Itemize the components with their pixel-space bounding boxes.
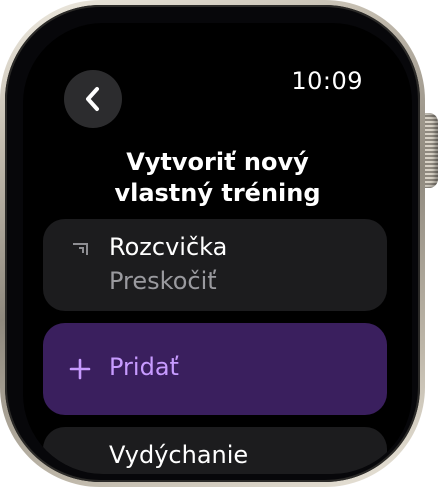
page-title: Vytvoriť nový vlastný tréning	[23, 147, 412, 209]
watch-case: 10:09 Vytvoriť nový vlastný tréning Rozc…	[0, 0, 425, 487]
page-title-line-1: Vytvoriť nový	[126, 148, 309, 176]
chevron-left-icon	[86, 87, 99, 111]
watch-stage: 10:09 Vytvoriť nový vlastný tréning Rozc…	[0, 0, 439, 487]
add-button[interactable]: Pridať	[43, 323, 387, 415]
watch-bezel: 10:09 Vytvoriť nový vlastný tréning Rozc…	[5, 5, 420, 482]
add-label: Pridať	[109, 353, 179, 381]
back-button[interactable]	[64, 70, 122, 128]
warmup-row[interactable]: Rozcvička Preskočiť	[43, 219, 387, 311]
watch-screen: 10:09 Vytvoriť nový vlastný tréning Rozc…	[23, 23, 412, 474]
warmup-bracket-icon	[73, 243, 88, 255]
cooldown-row[interactable]: Vydýchanie	[43, 427, 387, 474]
plus-icon	[69, 358, 91, 380]
status-time: 10:09	[291, 67, 363, 95]
warmup-title: Rozcvička	[109, 233, 228, 261]
warmup-subtitle: Preskočiť	[109, 267, 217, 295]
cooldown-title: Vydýchanie	[109, 441, 249, 469]
page-title-line-2: vlastný tréning	[114, 179, 321, 207]
